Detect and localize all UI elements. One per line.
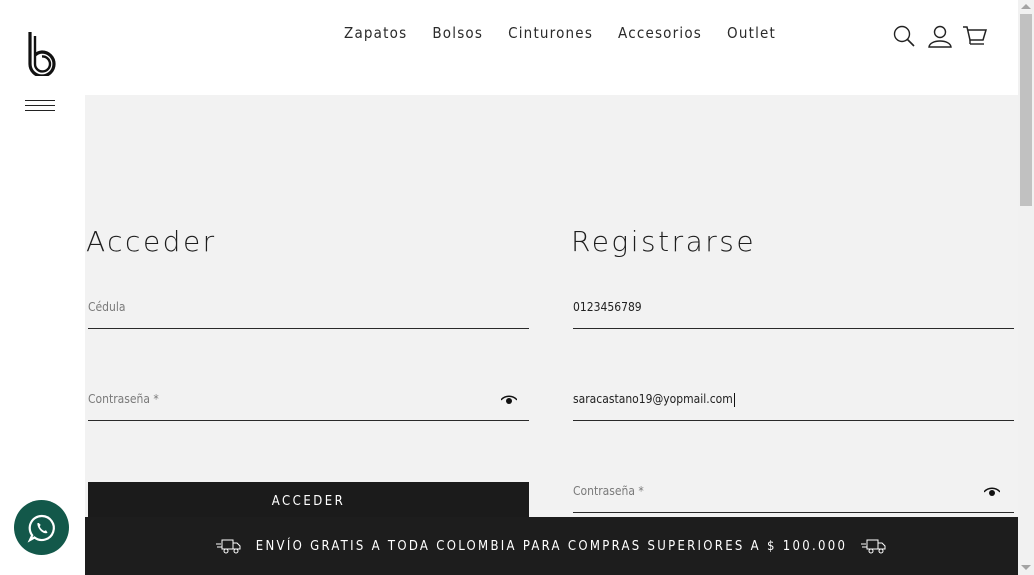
delivery-truck-icon <box>861 539 886 554</box>
whatsapp-icon <box>27 514 55 543</box>
nav-item-outlet[interactable]: Outlet <box>727 24 776 42</box>
login-password-placeholder: Contraseña * <box>88 392 159 406</box>
show-password-eye-icon[interactable] <box>984 487 1000 497</box>
brand-b-logo-icon <box>28 32 56 78</box>
register-cedula-value: 0123456789 <box>573 300 642 314</box>
register-cedula-field[interactable]: 0123456789 <box>573 288 1014 329</box>
login-cedula-field[interactable]: Cédula <box>88 288 529 329</box>
login-submit-button[interactable]: ACCEDER <box>88 482 529 522</box>
scrollbar-thumb[interactable] <box>1020 14 1032 206</box>
nav-item-accesorios[interactable]: Accesorios <box>618 24 702 42</box>
brand-logo[interactable] <box>26 30 56 78</box>
nav-item-zapatos[interactable]: Zapatos <box>344 24 407 42</box>
delivery-truck-icon <box>215 539 241 554</box>
whatsapp-button[interactable] <box>14 500 69 555</box>
register-email-field[interactable]: saracastano19@yopmail.com <box>573 380 1014 421</box>
register-email-value: saracastano19@yopmail.com <box>573 392 735 407</box>
show-password-eye-icon[interactable] <box>501 395 517 405</box>
scroll-up-arrow-icon[interactable] <box>1021 4 1031 9</box>
search-icon[interactable] <box>892 24 916 48</box>
nav-item-cinturones[interactable]: Cinturones <box>508 24 593 42</box>
register-email-text: saracastano19@yopmail.com <box>573 392 733 406</box>
register-title: Registrarse <box>571 225 757 258</box>
text-caret <box>733 392 735 407</box>
header-icons <box>892 24 988 48</box>
login-cedula-placeholder: Cédula <box>88 300 126 314</box>
free-shipping-banner: ENVÍO GRATIS A TODA COLOMBIA PARA COMPRA… <box>85 517 1018 575</box>
register-password-placeholder: Contraseña * <box>573 484 644 498</box>
register-password-field[interactable]: Contraseña * <box>573 472 1014 513</box>
scroll-down-arrow-icon[interactable] <box>1021 565 1031 570</box>
hamburger-menu-button[interactable] <box>25 98 55 116</box>
nav-item-bolsos[interactable]: Bolsos <box>432 24 483 42</box>
cart-icon[interactable] <box>962 24 988 48</box>
free-shipping-text: ENVÍO GRATIS A TODA COLOMBIA PARA COMPRA… <box>255 538 848 554</box>
login-password-field[interactable]: Contraseña * <box>88 380 529 421</box>
main-nav: Zapatos Bolsos Cinturones Accesorios Out… <box>344 24 801 42</box>
user-icon[interactable] <box>927 24 953 48</box>
login-title: Acceder <box>86 225 217 258</box>
